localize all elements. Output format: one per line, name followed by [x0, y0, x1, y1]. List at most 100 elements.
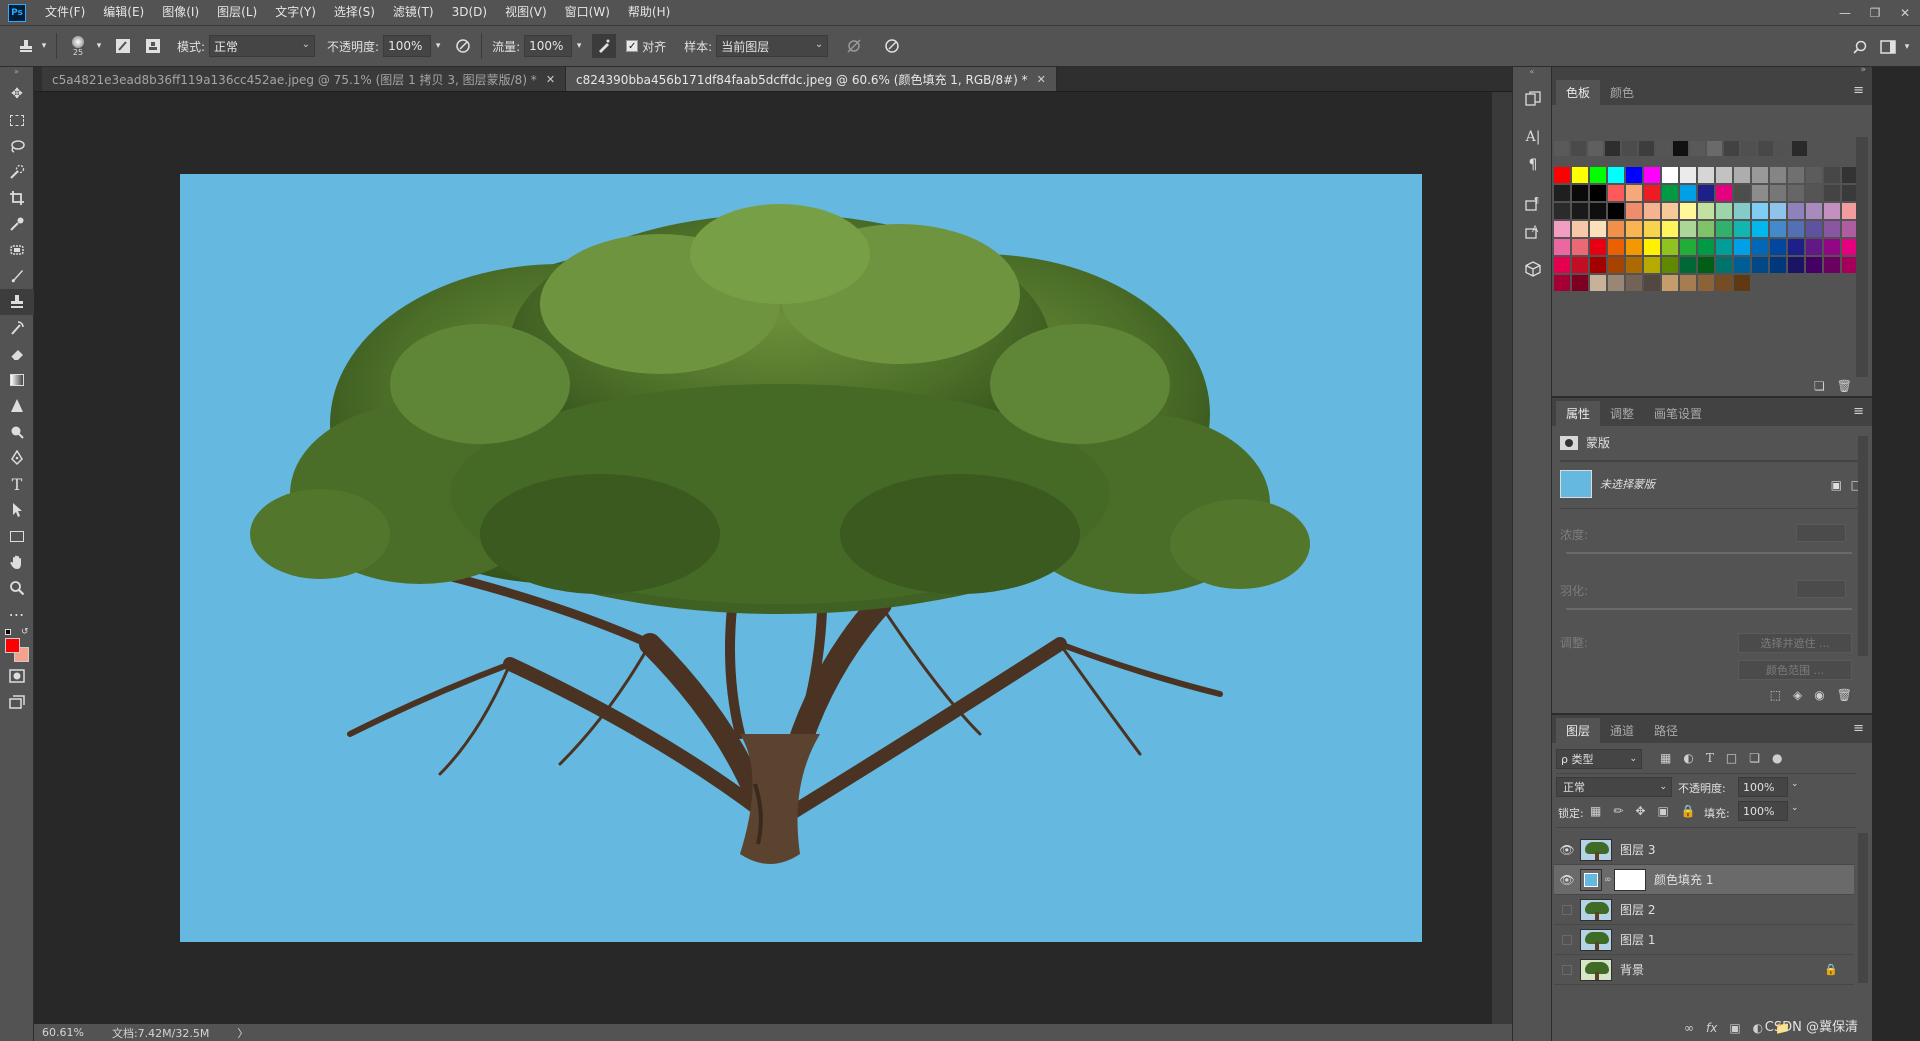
color-swatch[interactable] [1554, 185, 1570, 201]
apply-mask-icon[interactable]: ◈ [1793, 688, 1802, 702]
chevron-down-icon[interactable]: ▾ [431, 34, 445, 58]
filter-pixel-icon[interactable]: ▦ [1660, 751, 1671, 765]
lock-pixels-icon[interactable]: ✏ [1613, 804, 1623, 818]
eraser-tool-icon[interactable] [0, 341, 34, 367]
delete-swatch-icon[interactable]: 🗑 [1837, 379, 1852, 393]
color-swatch[interactable] [1662, 221, 1678, 237]
history-panel-icon[interactable] [1513, 85, 1553, 113]
minimize-icon[interactable]: — [1830, 0, 1860, 25]
color-swatch[interactable] [1554, 257, 1570, 273]
recent-swatch[interactable] [1622, 141, 1637, 156]
layer-opacity-input[interactable]: 100% [1738, 777, 1788, 797]
color-swatch[interactable] [1644, 203, 1660, 219]
sample-select[interactable]: 当前图层 ⌄ [716, 35, 829, 57]
layer-row-layer-2[interactable]: 图层 2 [1554, 895, 1854, 925]
tab-document-2[interactable]: c824390bba456b171df84faab5dcffdc.jpeg @ … [566, 67, 1057, 91]
color-swatch[interactable] [1788, 167, 1804, 183]
mode-select[interactable]: 正常 ⌄ [209, 35, 316, 57]
color-swatch[interactable] [1716, 203, 1732, 219]
type-tool-icon[interactable]: T [0, 471, 34, 497]
color-swatch[interactable] [1806, 167, 1822, 183]
color-swatch[interactable] [1680, 257, 1696, 273]
visibility-toggle[interactable] [1554, 934, 1580, 945]
pen-tool-icon[interactable] [0, 445, 34, 471]
recent-swatch[interactable] [1588, 141, 1603, 156]
more-tools-icon[interactable]: ⋯ [0, 601, 34, 627]
flow-input[interactable]: 100% [524, 35, 573, 57]
pressure-size-icon[interactable] [880, 34, 904, 58]
menu-window[interactable]: 窗口(W) [556, 0, 619, 25]
color-swatch[interactable] [1734, 257, 1750, 273]
color-swatch[interactable] [1752, 257, 1768, 273]
color-swatch[interactable] [1806, 185, 1822, 201]
color-swatch[interactable] [1788, 185, 1804, 201]
menu-filter[interactable]: 滤镜(T) [384, 0, 443, 25]
color-swatch[interactable] [1716, 185, 1732, 201]
filter-toggle-icon[interactable]: ● [1772, 751, 1782, 765]
color-swatch[interactable] [1644, 167, 1660, 183]
layer-filter-select[interactable]: ρ 类型 ⌄ [1556, 749, 1642, 769]
color-swatch[interactable] [1626, 167, 1642, 183]
color-swatch[interactable] [1806, 203, 1822, 219]
aligned-checkbox[interactable]: ✓ 对齐 [626, 38, 666, 55]
color-swatch[interactable] [1806, 221, 1822, 237]
filter-shape-icon[interactable]: □ [1726, 751, 1737, 765]
layer-row-color-fill-1[interactable]: 👁 ∞ 颜色填充 1 [1554, 865, 1854, 895]
color-swatch[interactable] [1554, 203, 1570, 219]
recent-swatch[interactable] [1741, 141, 1756, 156]
menu-view[interactable]: 视图(V) [496, 0, 556, 25]
gradient-tool-icon[interactable] [0, 367, 34, 393]
menu-image[interactable]: 图像(I) [153, 0, 208, 25]
hand-tool-icon[interactable] [0, 549, 34, 575]
color-swatch[interactable] [1734, 239, 1750, 255]
color-swatch[interactable] [1680, 275, 1696, 291]
color-swatch[interactable] [1788, 257, 1804, 273]
screen-mode-icon[interactable] [0, 689, 34, 715]
color-swatch[interactable] [1698, 185, 1714, 201]
layer-row-layer-3[interactable]: 👁 图层 3 [1554, 835, 1854, 865]
color-swatch[interactable] [1752, 239, 1768, 255]
color-swatch[interactable] [1698, 239, 1714, 255]
color-swatch[interactable] [1608, 257, 1624, 273]
foreground-color-swatch[interactable] [5, 638, 20, 653]
color-swatch[interactable] [1734, 275, 1750, 291]
zoom-level[interactable]: 60.61% [42, 1026, 84, 1039]
color-swatch[interactable] [1626, 257, 1642, 273]
color-swatch[interactable] [1590, 185, 1606, 201]
color-swatch[interactable] [1662, 239, 1678, 255]
clone-stamp-tool-icon[interactable] [0, 289, 34, 315]
color-swatch[interactable] [1680, 185, 1696, 201]
color-swatch[interactable] [1662, 257, 1678, 273]
visibility-toggle[interactable] [1554, 904, 1580, 915]
color-swatch[interactable] [1824, 167, 1840, 183]
tab-color[interactable]: 颜色 [1600, 80, 1644, 105]
tab-layers[interactable]: 图层 [1556, 718, 1601, 743]
visibility-toggle[interactable] [1554, 964, 1580, 975]
character-panel-icon[interactable]: A| [1513, 123, 1553, 151]
tab-paths[interactable]: 路径 [1644, 718, 1688, 743]
color-swatch[interactable] [1806, 239, 1822, 255]
color-swatch[interactable] [1572, 239, 1588, 255]
color-swatch[interactable] [1770, 239, 1786, 255]
chevron-down-icon[interactable]: ⌄ [1791, 779, 1799, 789]
recent-swatch[interactable] [1690, 141, 1705, 156]
tab-properties[interactable]: 属性 [1556, 401, 1601, 426]
color-swatch[interactable] [1770, 185, 1786, 201]
color-swatch[interactable] [1626, 185, 1642, 201]
recent-swatch[interactable] [1605, 141, 1620, 156]
tab-brush-settings[interactable]: 画笔设置 [1644, 401, 1712, 426]
add-pixel-mask-icon[interactable]: ▣ [1831, 478, 1842, 492]
lock-all-icon[interactable]: 🔒 [1681, 804, 1696, 818]
color-swatch[interactable] [1626, 239, 1642, 255]
blend-mode-select[interactable]: 正常 ⌄ [1556, 777, 1672, 797]
color-swatch[interactable] [1590, 167, 1606, 183]
menu-type[interactable]: 文字(Y) [266, 0, 325, 25]
blur-tool-icon[interactable] [0, 393, 34, 419]
color-swatch[interactable] [1716, 221, 1732, 237]
color-swatch[interactable] [1680, 239, 1696, 255]
color-swatch[interactable] [1734, 221, 1750, 237]
color-swatch[interactable] [1590, 239, 1606, 255]
color-swatch[interactable] [1554, 167, 1570, 183]
color-swatch[interactable] [1626, 221, 1642, 237]
close-icon[interactable]: ✕ [1037, 73, 1046, 86]
